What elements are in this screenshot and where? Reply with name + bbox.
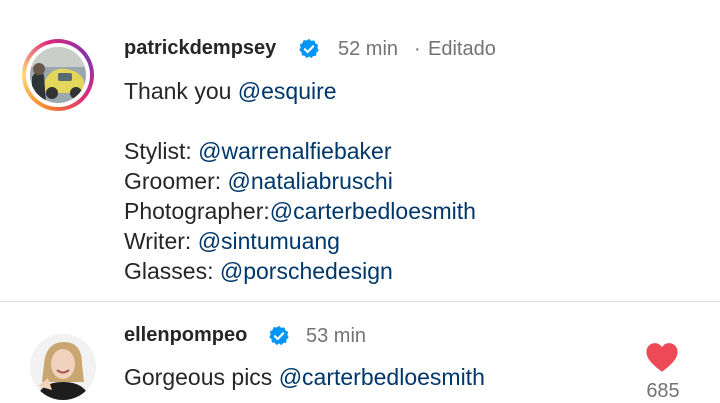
credit-label: Stylist:: [124, 138, 199, 164]
edited-label: Editado: [428, 38, 496, 60]
mention-link[interactable]: @carterbedloesmith: [270, 198, 476, 224]
meta-separator: ·: [414, 38, 421, 60]
caption-line: Thank you @esquire: [124, 76, 476, 106]
caption-text: Thank you: [124, 78, 238, 104]
post-username[interactable]: patrickdempsey: [124, 37, 276, 60]
mention-link[interactable]: @nataliabruschi: [228, 168, 393, 194]
post-caption: Thank you @esquire Stylist: @warrenalfie…: [124, 76, 476, 286]
credit-line: Glasses: @porschedesign: [124, 256, 476, 286]
comment-username[interactable]: ellenpompeo: [124, 324, 247, 347]
story-ring-avatar[interactable]: [22, 39, 94, 111]
credit-label: Groomer:: [124, 168, 228, 194]
credit-label: Photographer:: [124, 198, 270, 224]
comment-text: Gorgeous pics: [124, 364, 279, 390]
credit-label: Glasses:: [124, 258, 220, 284]
post-header: patrickdempsey 52 min · Editado Thank yo…: [0, 0, 720, 300]
credit-line: Groomer: @nataliabruschi: [124, 166, 476, 196]
credit-line: Photographer:@carterbedloesmith: [124, 196, 476, 226]
post-time: 52 min: [338, 38, 399, 60]
comment-time: 53 min: [306, 325, 367, 347]
commenter-avatar[interactable]: [30, 334, 96, 400]
mention-link[interactable]: @esquire: [238, 78, 337, 104]
like-count: 685: [646, 380, 680, 402]
avatar-image: [30, 334, 96, 400]
heart-filled-icon[interactable]: [645, 341, 679, 373]
credit-label: Writer:: [124, 228, 198, 254]
verified-badge-icon: [299, 38, 319, 59]
mention-link[interactable]: @warrenalfiebaker: [198, 138, 391, 164]
comment-body: Gorgeous pics @carterbedloesmith: [124, 364, 485, 391]
credit-line: Writer: @sintumuang: [124, 226, 476, 256]
credit-line: Stylist: @warrenalfiebaker: [124, 136, 476, 166]
verified-badge-icon: [269, 325, 289, 346]
mention-link[interactable]: @porschedesign: [220, 258, 393, 284]
comment-item: ellenpompeo 53 min Gorgeous pics @carter…: [0, 302, 720, 403]
mention-link[interactable]: @carterbedloesmith: [279, 364, 485, 390]
mention-link[interactable]: @sintumuang: [198, 228, 340, 254]
avatar-image: [30, 47, 86, 103]
